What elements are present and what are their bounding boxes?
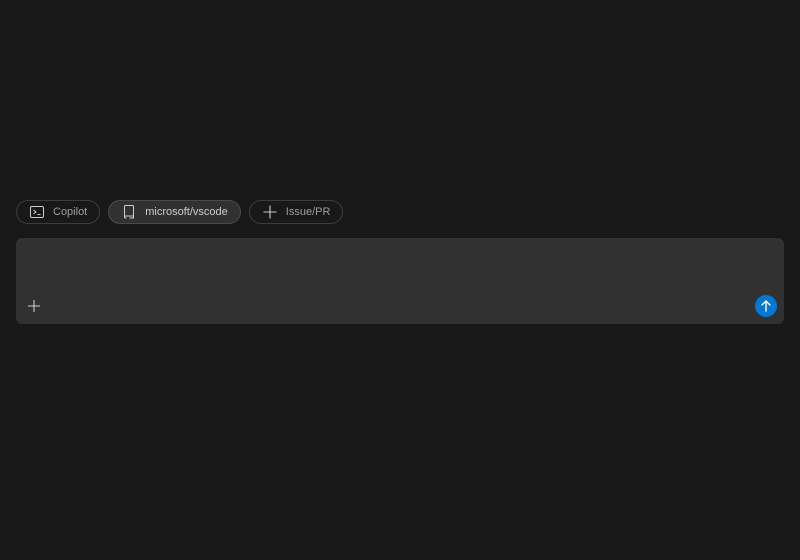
arrow-up-icon [759,299,773,313]
chat-input-box [16,238,784,324]
chip-issue-pr[interactable]: Issue/PR [248,200,344,224]
chip-label: Copilot [53,206,88,218]
attach-context-button[interactable] [25,297,43,315]
chip-label: microsoft/vscode [145,206,228,218]
chat-view: Copilot microsoft/vscode Issue/PR [0,0,800,560]
chat-input[interactable] [28,248,772,294]
terminal-icon [29,204,45,220]
repo-icon [121,204,137,220]
send-button[interactable] [755,295,777,317]
plus-icon [262,204,278,220]
plus-icon [27,299,41,313]
chip-copilot[interactable]: Copilot [16,200,101,224]
chip-repository[interactable]: microsoft/vscode [108,200,241,224]
chip-label: Issue/PR [285,206,331,218]
context-chips: Copilot microsoft/vscode Issue/PR [16,200,344,224]
